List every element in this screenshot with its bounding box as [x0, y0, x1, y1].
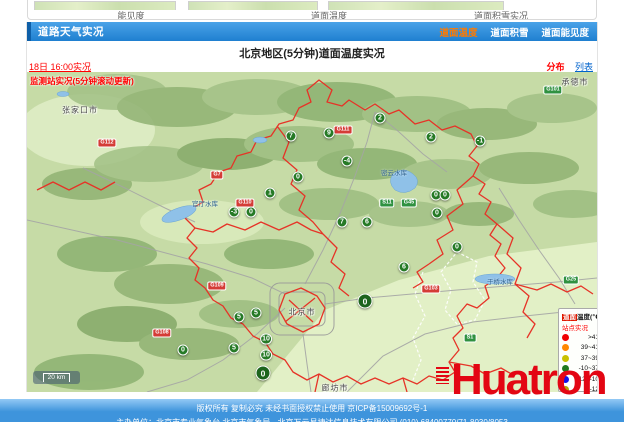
station-marker[interactable]: -1	[475, 136, 486, 147]
road-shield-label: G45	[401, 199, 417, 208]
map-scalebar: 20 km	[33, 371, 80, 384]
legend-row: >41	[562, 332, 597, 343]
huatron-watermark: Huatron	[436, 358, 606, 402]
station-marker[interactable]: 9	[324, 128, 335, 139]
scale-label: 20 km	[43, 373, 71, 382]
station-marker[interactable]: 10	[260, 350, 272, 361]
thumbnail-caption-road-snow[interactable]: 道面积雪实况	[456, 9, 546, 20]
station-marker[interactable]: 0	[358, 294, 373, 309]
legend-row: 39~41	[562, 343, 597, 354]
map-pane[interactable]: 监测站实况(5分钟滚动更新) 道面温度(℃) 站点实况 >41 39~41 37…	[27, 72, 597, 392]
station-marker[interactable]: 7	[286, 131, 297, 142]
road-shield-label: G103	[421, 285, 440, 294]
city-label: 承德市	[562, 77, 589, 88]
road-shield-label: S11	[379, 199, 394, 208]
thumbnail-caption-road-temp[interactable]: 道面温度	[284, 9, 374, 20]
station-marker[interactable]: -4	[342, 156, 353, 167]
station-marker[interactable]: 1	[265, 188, 276, 199]
station-marker[interactable]: 5	[229, 343, 240, 354]
huatron-logo-stripes-icon	[436, 367, 449, 384]
map-status-label: 监测站实况(5分钟滚动更新)	[30, 75, 134, 87]
road-shield-label: G111	[334, 126, 353, 135]
section-titlebar: 道路天气实况 道面温度 道面积雪 道面能见度	[27, 22, 597, 41]
station-marker[interactable]: 2	[426, 132, 437, 143]
huatron-watermark-text: Huatron	[451, 358, 606, 402]
station-marker[interactable]: 0	[440, 190, 451, 201]
station-marker[interactable]: 0	[293, 172, 304, 183]
station-marker[interactable]: 0	[178, 345, 189, 356]
legend-label: 39~41	[569, 344, 597, 351]
station-marker[interactable]: 7	[337, 217, 348, 228]
legend-title-tag: 道面	[562, 314, 577, 321]
road-shield-label: G7	[210, 171, 223, 180]
tab-road-visibility[interactable]: 道面能见度	[541, 25, 589, 39]
subheader: 北京地区(5分钟)道面温度实况 18日 16:00实况 分布 列表	[27, 41, 597, 72]
section-title: 道路天气实况	[38, 24, 104, 39]
station-marker[interactable]: 6	[362, 217, 373, 228]
titlebar-links: 道面温度 道面积雪 道面能见度	[439, 25, 589, 39]
station-marker[interactable]: 10	[260, 334, 272, 345]
station-marker[interactable]: 5	[251, 308, 262, 319]
city-label: 廊坊市	[322, 383, 349, 393]
legend-subtitle: 站点实况	[562, 322, 597, 332]
reservoir-label: 于桥水库	[487, 276, 513, 286]
page-title: 北京地区(5分钟)道面温度实况	[27, 45, 597, 61]
view-distribution[interactable]: 分布	[546, 62, 564, 72]
station-marker[interactable]: 0	[246, 207, 257, 218]
legend-title-rest: 温度(℃)	[577, 314, 597, 321]
station-marker[interactable]: 2	[375, 113, 386, 124]
tab-road-temperature[interactable]: 道面温度	[439, 25, 477, 39]
legend-dot-orange	[562, 344, 569, 351]
city-label: 张家口市	[62, 105, 98, 116]
legend-label: >41	[569, 334, 597, 341]
tab-road-snow[interactable]: 道面积雪	[490, 25, 528, 39]
station-marker[interactable]: 0	[432, 208, 443, 219]
legend-title: 道面温度(℃)	[562, 311, 597, 321]
footer-organizer: 主办单位：北京市专业气象台 北京市气象局 · 北京万云易捷达信息技术有限公司 (…	[0, 414, 624, 422]
station-marker[interactable]: 6	[399, 262, 410, 273]
thumbnail-strip: 能见度 道面温度 道面积雪实况	[27, 0, 597, 20]
map-terrain	[27, 72, 597, 392]
road-shield-label: G25	[563, 276, 579, 285]
station-marker[interactable]: 5	[234, 312, 245, 323]
station-marker[interactable]: 0	[256, 366, 271, 381]
road-shield-label: G108	[152, 329, 171, 338]
page: 能见度 道面温度 道面积雪实况 道路天气实况 道面温度 道面积雪 道面能见度 北…	[0, 0, 624, 422]
station-marker[interactable]: 0	[452, 242, 463, 253]
reservoir-label: 密云水库	[381, 167, 407, 177]
view-list-link[interactable]: 列表	[575, 62, 593, 72]
legend-dot-red	[562, 334, 569, 341]
thumbnail-caption-visibility[interactable]: 能见度	[86, 9, 176, 20]
road-shield-label: S1	[464, 334, 477, 343]
road-shield-label: G109	[207, 282, 226, 291]
road-shield-label: G112	[97, 139, 116, 148]
reservoir-label: 官厅水库	[192, 198, 218, 208]
city-label: 北京市	[289, 307, 316, 318]
road-shield-label: G101	[543, 86, 562, 95]
station-marker[interactable]: -3	[229, 207, 240, 218]
